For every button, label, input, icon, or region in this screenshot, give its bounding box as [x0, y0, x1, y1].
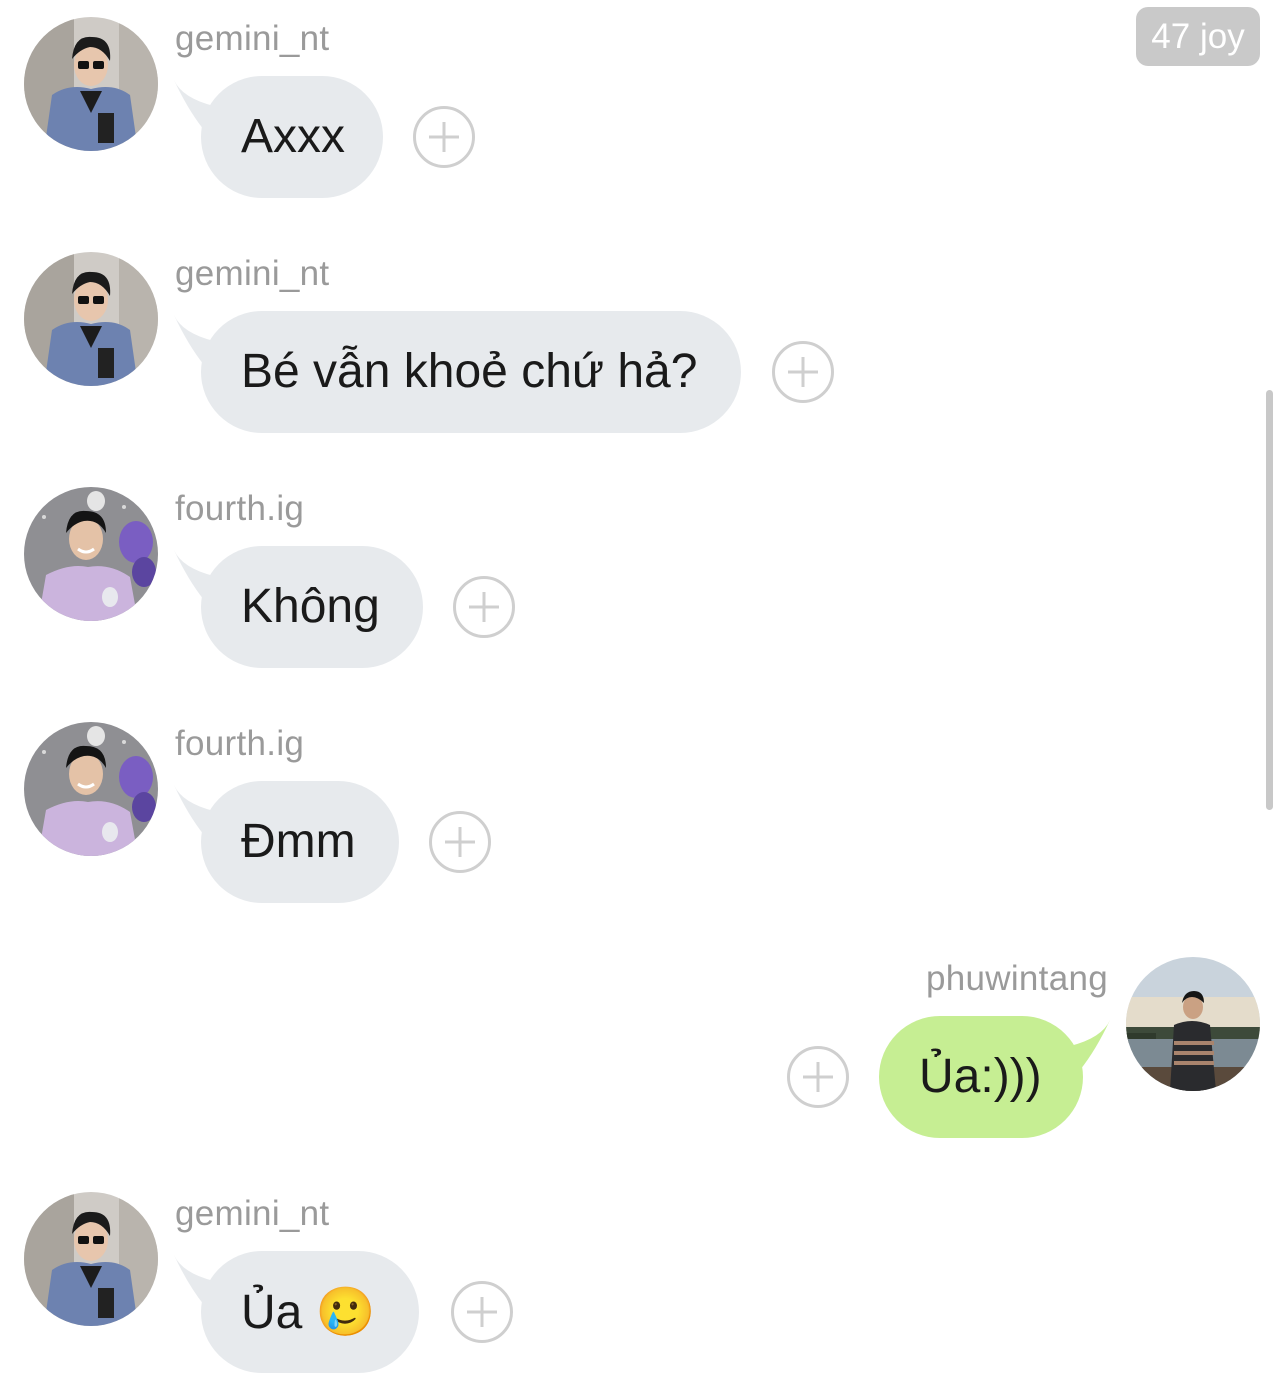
plus-circle-icon[interactable] [413, 106, 475, 168]
message-bubble[interactable]: Ủa:))) [879, 1016, 1083, 1138]
message-text: Ủa:))) [919, 1050, 1042, 1103]
message-row: phuwintang Ủa:))) [0, 940, 1284, 1160]
gemini-avatar[interactable] [24, 17, 158, 151]
sender-name: fourth.ig [175, 489, 305, 528]
plus-circle-icon[interactable] [451, 1281, 513, 1343]
message-text: Axxx [241, 110, 346, 163]
fourth-avatar[interactable] [24, 722, 158, 856]
message-row: gemini_nt Ủa 🥲 [0, 1175, 1284, 1393]
gemini-avatar[interactable] [24, 252, 158, 386]
gemini-avatar[interactable] [24, 1192, 158, 1326]
plus-circle-icon[interactable] [453, 576, 515, 638]
message-text: Không [241, 580, 380, 633]
message-row: fourth.ig Đmm [0, 705, 1284, 925]
phuwin-avatar[interactable] [1126, 957, 1260, 1091]
plus-circle-icon[interactable] [787, 1046, 849, 1108]
sender-name: gemini_nt [175, 1194, 330, 1233]
plus-circle-icon[interactable] [772, 341, 834, 403]
message-row: fourth.ig Không [0, 470, 1284, 690]
message-text: Đmm [241, 815, 356, 868]
message-row: gemini_nt Axxx [0, 0, 1284, 220]
sender-name: fourth.ig [175, 724, 305, 763]
plus-circle-icon[interactable] [429, 811, 491, 873]
message-row: gemini_nt Bé vẫn khoẻ chứ hả? [0, 235, 1284, 455]
smiling-tear-emoji: 🥲 [315, 1284, 376, 1340]
message-bubble[interactable]: Bé vẫn khoẻ chứ hả? [201, 311, 741, 433]
message-text: Ủa [241, 1286, 303, 1339]
message-bubble[interactable]: Không [201, 546, 423, 668]
sender-name: gemini_nt [175, 254, 330, 293]
message-text: Bé vẫn khoẻ chứ hả? [241, 345, 698, 398]
message-bubble[interactable]: Axxx [201, 76, 383, 198]
sender-name: gemini_nt [175, 19, 330, 58]
fourth-avatar[interactable] [24, 487, 158, 621]
sender-name: phuwintang [925, 959, 1108, 998]
message-bubble[interactable]: Đmm [201, 781, 399, 903]
message-bubble[interactable]: Ủa 🥲 [201, 1251, 419, 1373]
